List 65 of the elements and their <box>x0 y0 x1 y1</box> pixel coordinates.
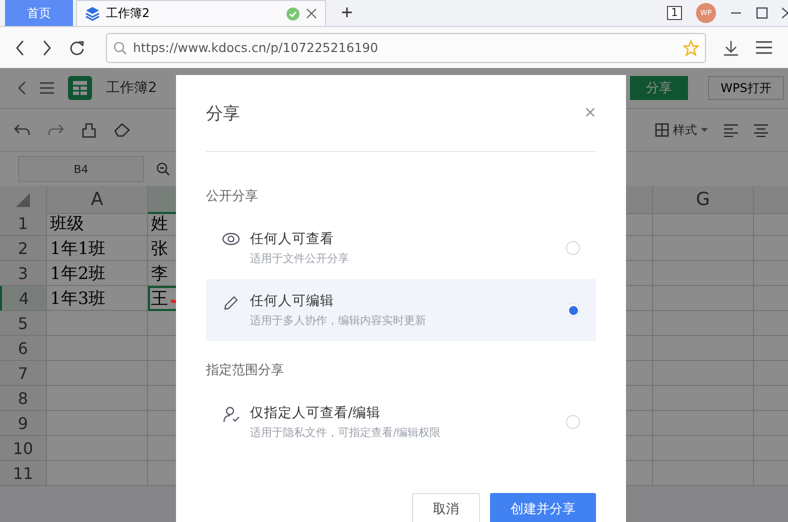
zoom-icon[interactable] <box>156 162 170 176</box>
row-header[interactable]: 7 <box>0 361 47 386</box>
style-menu[interactable]: 样式 <box>655 122 708 138</box>
star-icon[interactable] <box>683 40 699 56</box>
browser-tab[interactable]: 首页 <box>5 0 73 26</box>
row-header[interactable]: 1 <box>0 211 47 236</box>
pencil-icon <box>222 294 240 311</box>
close-button[interactable]: × <box>584 103 596 123</box>
row-header[interactable]: 9 <box>0 411 47 436</box>
close-icon[interactable] <box>306 8 317 19</box>
row-header[interactable]: 2 <box>0 236 47 261</box>
option-description: 适用于多人协作，编辑内容实时更新 <box>250 313 427 328</box>
align-center-icon[interactable] <box>754 124 768 136</box>
tab-count[interactable]: 1 <box>667 6 682 20</box>
create-and-share-button[interactable]: 创建并分享 <box>490 493 596 522</box>
row-header[interactable]: 4 <box>0 286 47 311</box>
search-icon <box>113 40 127 54</box>
option-title: 仅指定人可查看/编辑 <box>250 404 382 422</box>
name-box[interactable]: B4 <box>18 156 144 182</box>
open-in-app-button[interactable]: WPS打开 <box>708 76 784 100</box>
row-header[interactable]: 3 <box>0 261 47 286</box>
person-check-icon <box>222 406 240 423</box>
row-header[interactable]: 8 <box>0 386 47 411</box>
grid-icon <box>73 81 87 95</box>
reload-icon[interactable] <box>69 40 85 56</box>
column-header[interactable]: A <box>47 186 148 214</box>
forward-icon[interactable] <box>42 40 52 56</box>
table-icon <box>655 123 669 137</box>
dialog-title: 分享 <box>206 102 240 124</box>
maximize-icon[interactable] <box>756 7 768 19</box>
share-button[interactable]: 分享 <box>630 76 688 100</box>
option-title: 任何人可编辑 <box>250 292 335 310</box>
table-cell: 1年1班 <box>47 236 148 261</box>
share-option[interactable]: 任何人可编辑 适用于多人协作，编辑内容实时更新 <box>206 279 596 341</box>
row-header[interactable]: 6 <box>0 336 47 361</box>
align-left-icon[interactable] <box>724 124 738 136</box>
back-icon[interactable] <box>15 40 25 56</box>
cancel-button[interactable]: 取消 <box>412 493 480 522</box>
option-title: 任何人可查看 <box>250 230 335 248</box>
check-circle-icon <box>286 6 300 20</box>
table-cell: 班级 <box>47 211 148 236</box>
layers-icon <box>85 6 100 21</box>
section-heading: 指定范围分享 <box>206 362 285 379</box>
share-option[interactable]: 仅指定人可查看/编辑 适用于隐私文件，可指定查看/编辑权限 <box>206 391 596 453</box>
table-cell: 1年3班 <box>47 286 148 311</box>
radio-button[interactable] <box>566 241 580 255</box>
document-title[interactable]: 工作簿2 <box>106 79 157 97</box>
caret-icon <box>701 128 708 132</box>
radio-button[interactable] <box>566 415 580 429</box>
row-header[interactable]: 5 <box>0 311 47 336</box>
browser-tab[interactable]: 工作簿2 <box>76 0 326 26</box>
row-header[interactable]: 10 <box>0 436 47 461</box>
menu-icon[interactable] <box>756 41 772 54</box>
new-tab-button[interactable]: + <box>329 0 365 26</box>
close-icon[interactable] <box>782 7 788 19</box>
option-description: 适用于隐私文件，可指定查看/编辑权限 <box>250 425 442 440</box>
download-icon[interactable] <box>723 40 739 56</box>
address-bar[interactable]: https://www.kdocs.cn/p/107225216190 <box>106 32 706 62</box>
column-header[interactable]: G <box>653 186 754 214</box>
table-cell: 1年2班 <box>47 261 148 286</box>
option-description: 适用于文件公开分享 <box>250 251 350 266</box>
undo-icon[interactable] <box>14 124 30 136</box>
section-heading: 公开分享 <box>206 188 259 205</box>
row-header[interactable]: 11 <box>0 461 47 486</box>
radio-button[interactable] <box>566 303 580 317</box>
